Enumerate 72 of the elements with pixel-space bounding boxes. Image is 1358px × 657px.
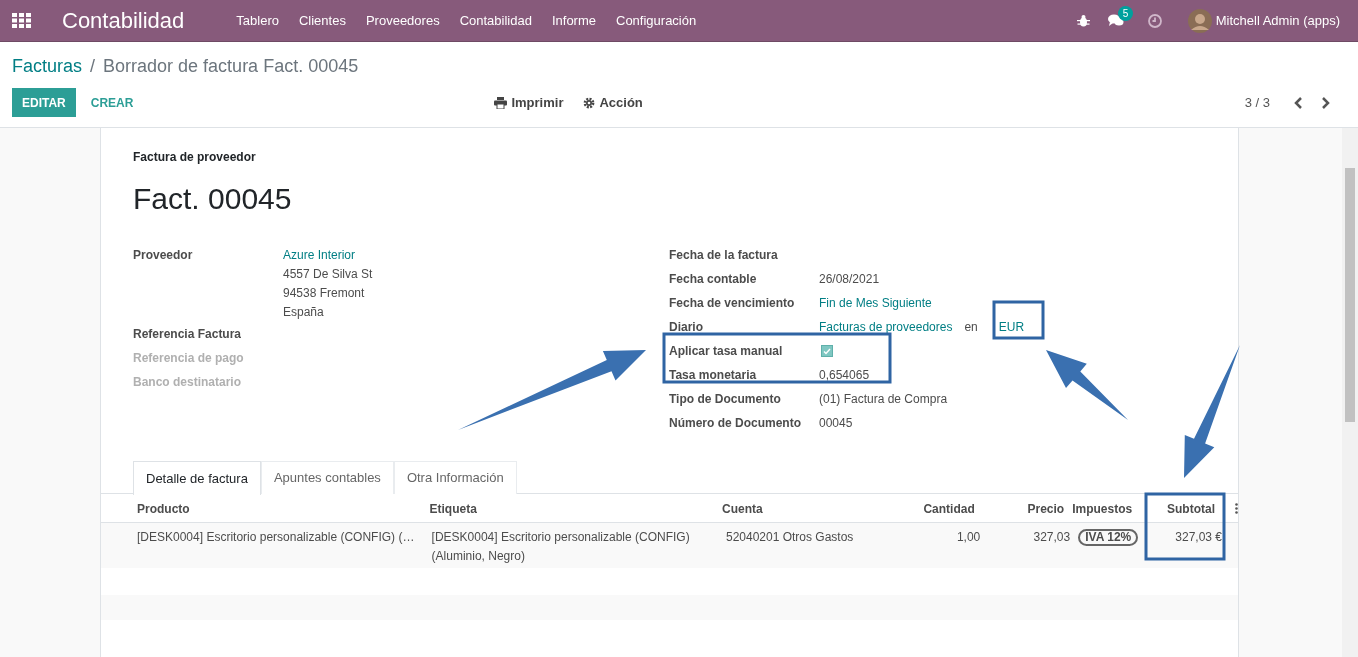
print-button[interactable]: Imprimir <box>494 92 564 113</box>
clock-icon[interactable] <box>1147 13 1162 28</box>
previous-icon[interactable] <box>1294 96 1303 109</box>
currency-link[interactable]: EUR <box>998 318 1025 336</box>
tab[interactable]: Detalle de factura <box>133 461 261 495</box>
table-cell: 1,00 <box>956 530 981 544</box>
apps-menu-icon[interactable] <box>12 13 31 28</box>
address-line: España <box>283 304 325 321</box>
field-label: Referencia de pago <box>133 350 245 367</box>
tab[interactable]: Otra Información <box>393 461 517 494</box>
field-value: 26/08/2021 <box>819 271 880 288</box>
column-header[interactable]: Producto <box>137 502 190 516</box>
column-header[interactable]: Etiqueta <box>429 502 477 516</box>
field-label: Referencia Factura <box>133 326 243 343</box>
tax-tag: IVA 12% <box>1078 529 1139 546</box>
create-button[interactable]: CREAR <box>75 88 149 117</box>
column-header[interactable]: Cantidad <box>923 502 975 516</box>
journal-link[interactable]: Facturas de proveedores <box>819 318 953 336</box>
avatar-icon[interactable] <box>1187 8 1212 33</box>
form-subtitle: Factura de proveedor <box>133 149 257 166</box>
tab[interactable]: Apuntes contables <box>260 461 394 494</box>
field-link[interactable]: Fin de Mes Siguiente <box>819 294 932 312</box>
field-label: Fecha de vencimiento <box>669 295 796 312</box>
pager-count: 3 / 3 <box>1244 93 1270 112</box>
field-value: 0,654065 <box>819 367 870 384</box>
action-button[interactable]: Acción <box>583 92 643 113</box>
next-icon[interactable] <box>1321 96 1330 109</box>
checkbox[interactable] <box>821 345 833 357</box>
edit-button[interactable]: EDITAR <box>12 88 76 117</box>
field-label: Fecha contable <box>669 271 758 288</box>
address-line: 94538 Fremont <box>283 285 366 302</box>
menu-item[interactable]: Configuración <box>606 10 707 31</box>
menu-item[interactable]: Proveedores <box>355 10 450 31</box>
field-label: Diario <box>669 319 704 336</box>
field-label: Fecha de la factura <box>669 247 779 264</box>
column-header[interactable]: Cuenta <box>722 502 763 516</box>
column-header[interactable]: Impuestos <box>1072 502 1133 516</box>
table-cell: 327,03 <box>1033 530 1071 544</box>
breadcrumb-current: Borrador de factura Fact. 00045 <box>103 54 359 78</box>
menu-item[interactable]: Clientes <box>288 10 356 31</box>
field-value: 00045 <box>819 415 853 432</box>
column-header[interactable]: Subtotal <box>1167 502 1215 516</box>
table-cell: 52040201 Otros Gastos <box>725 530 854 544</box>
form-title: Fact. 00045 <box>133 181 293 217</box>
kebab-menu-icon[interactable] <box>1235 502 1238 514</box>
highlight-frame <box>992 300 1045 340</box>
vendor-link[interactable]: Azure Interior <box>283 243 373 265</box>
field-label: Tasa monetaria <box>669 367 758 384</box>
bug-icon[interactable] <box>1076 14 1090 27</box>
field-label: Número de Documento <box>669 415 802 432</box>
message-count-badge: 5 <box>1117 6 1134 21</box>
table-cell: [DESK0004] Escritorio personalizable (CONFIG) (… <box>137 530 415 544</box>
field-label: Aplicar tasa manual <box>669 343 784 360</box>
address-line: 4557 De Silva St <box>283 266 373 283</box>
breadcrumb-separator: / <box>90 54 96 78</box>
menu-item[interactable]: Contabilidad <box>449 10 542 31</box>
field-value: (01) Factura de Compra <box>819 391 948 408</box>
settings-icon <box>583 96 596 109</box>
field-label: Banco destinatario <box>133 374 243 391</box>
table-cell: [DESK0004] Escritorio personalizable (CONFIG) (Aluminio, Negro) <box>431 530 690 563</box>
printer-icon <box>494 96 508 109</box>
field-label: Tipo de Documento <box>669 391 782 408</box>
table-cell: 327,03 € <box>1175 530 1222 544</box>
scrollbar[interactable] <box>1342 128 1358 657</box>
user-name[interactable]: Mitchell Admin (apps) <box>1215 10 1340 31</box>
column-header[interactable]: Precio <box>1027 502 1065 516</box>
app-name[interactable]: Contabilidad <box>62 4 185 37</box>
field-text: en <box>964 319 978 336</box>
menu-item[interactable]: Informe <box>541 10 606 31</box>
breadcrumb-link[interactable]: Facturas <box>12 52 83 80</box>
menu-item[interactable]: Tablero <box>226 10 289 31</box>
field-label: Proveedor <box>133 247 194 264</box>
